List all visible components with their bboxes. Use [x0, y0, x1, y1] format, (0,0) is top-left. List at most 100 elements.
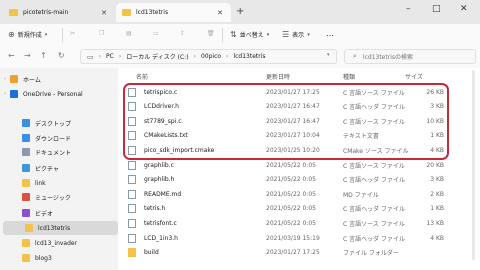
sidebar-item[interactable]: ダウンロード — [0, 131, 115, 145]
file-icon — [128, 233, 136, 243]
file-date: 2021/05/22 0:05 — [266, 176, 316, 184]
sidebar-item-label: ピクチャ — [35, 165, 59, 173]
sidebar-item-label: ミュージック — [35, 194, 71, 202]
breadcrumb-pc[interactable]: PC — [106, 53, 114, 60]
delete-icon[interactable]: 🗑 — [207, 30, 215, 37]
sidebar-item-label: デスクトップ — [35, 120, 72, 128]
column-header-date[interactable]: 更新日時 — [266, 72, 290, 81]
new-tab-button[interactable]: + — [236, 6, 244, 17]
file-row[interactable]: build 2023/01/27 17:25 ファイル フォルダー — [128, 246, 444, 260]
sidebar-item[interactable]: デスクトップ — [0, 116, 115, 130]
refresh-icon[interactable]: ↻ — [58, 51, 65, 60]
highlight-box — [123, 83, 449, 160]
folder-icon — [128, 248, 136, 258]
file-name: README.md — [144, 190, 182, 198]
sort-button[interactable]: ⇅ 並べ替え ▾ — [230, 30, 269, 39]
back-arrow-icon[interactable]: ← — [8, 51, 15, 60]
expand-chevron-icon[interactable]: › — [0, 76, 10, 82]
cut-icon[interactable]: ✂ — [70, 30, 75, 37]
scrollbar[interactable] — [472, 70, 475, 260]
file-row[interactable]: LCD_1in3.h 2021/03/19 15:19 C 言語ヘッダ ファイル 4 … — [128, 231, 444, 245]
address-bar[interactable]: ▭ › PC › ローカル ディスク (C:) › 00pico › lcd13… — [80, 49, 337, 64]
search-placeholder: lcd13tetrisの検索 — [362, 54, 413, 61]
sidebar-item[interactable]: › OneDrive - Personal — [0, 87, 115, 101]
paste-icon[interactable]: ▤ — [126, 30, 132, 37]
file-row[interactable]: graphlib.h 2021/05/22 0:05 C 言語ヘッダ ファイル 3 K… — [128, 173, 444, 187]
file-row[interactable]: README.md 2021/05/22 0:05 MD ファイル 2 KB — [128, 187, 444, 201]
breadcrumb-lcd13tetris[interactable]: lcd13tetris — [233, 53, 265, 60]
file-row[interactable]: graphlib.c 2021/05/22 0:05 C 言語ソース ファイル 20 … — [128, 158, 444, 172]
up-arrow-icon[interactable]: ↑ — [40, 51, 47, 60]
more-button[interactable]: … — [326, 29, 334, 38]
column-header-type[interactable]: 種類 — [343, 72, 355, 81]
file-type: C 言語ソース ファイル — [343, 220, 405, 228]
share-icon[interactable]: ⇪ — [180, 30, 185, 37]
monitor-icon: ▭ — [87, 52, 94, 61]
file-name: tetrisfont.c — [144, 219, 177, 227]
folder-icon — [22, 119, 30, 127]
column-header-name[interactable]: 名前 — [136, 72, 148, 81]
maximize-button[interactable]: □ — [432, 4, 441, 14]
file-row[interactable]: tetrisfont.c 2021/05/22 0:05 C 言語ソース ファイル 1… — [128, 216, 444, 230]
sidebar-item[interactable]: blog3 — [0, 251, 115, 265]
sidebar-item[interactable]: ピクチャ — [0, 161, 115, 175]
close-icon[interactable]: ✕ — [217, 9, 223, 17]
minimize-button[interactable]: – — [406, 4, 411, 14]
sidebar-item-label: OneDrive - Personal — [23, 90, 83, 98]
file-name: LCD_1in3.h — [144, 234, 178, 242]
view-icon: ☰ — [282, 30, 290, 39]
file-icon — [128, 189, 136, 199]
file-name: graphlib.c — [144, 161, 174, 169]
column-header-size[interactable]: サイズ — [405, 72, 423, 81]
folder-icon — [122, 9, 131, 16]
file-date: 2023/01/27 17:25 — [266, 249, 320, 257]
tab-picotetris-main[interactable]: picotetris-main ✕ — [3, 3, 115, 22]
breadcrumb-00pico[interactable]: 00pico — [201, 53, 221, 60]
breadcrumb-drive[interactable]: ローカル ディスク (C:) — [126, 52, 188, 61]
sidebar-item[interactable]: ドキュメント — [0, 145, 115, 159]
new-button[interactable]: ⊕ 新規作成 ▾ — [8, 30, 47, 39]
forward-arrow-icon[interactable]: → — [24, 51, 31, 60]
tab-label: picotetris-main — [23, 9, 69, 16]
chevron-down-icon[interactable]: ▾ — [327, 52, 330, 58]
sidebar-item-label: ホーム — [23, 76, 41, 84]
rename-icon[interactable]: ▭ — [153, 30, 159, 37]
window-close-button[interactable]: ✕ — [460, 4, 468, 14]
sidebar-item[interactable]: lcd13_invader — [0, 236, 115, 250]
sidebar-item-label: blog3 — [35, 254, 52, 262]
tab-label: lcd13tetris — [136, 9, 169, 16]
plus-circle-icon: ⊕ — [8, 30, 15, 39]
view-label: 表示 — [292, 32, 305, 39]
file-date: 2021/05/22 0:05 — [266, 219, 316, 227]
sidebar-item-label: ビデオ — [35, 210, 54, 218]
sidebar-item[interactable]: link — [0, 176, 115, 190]
file-icon — [128, 160, 136, 170]
folder-icon — [22, 134, 30, 142]
sidebar-item-label: lcd13tetris — [38, 224, 71, 232]
folder-icon — [22, 254, 30, 262]
view-button[interactable]: ☰ 表示 ▾ — [282, 30, 310, 39]
copy-icon[interactable]: ❐ — [99, 30, 104, 37]
folder-icon — [22, 209, 30, 217]
sidebar-item[interactable]: ミュージック — [0, 190, 115, 204]
sidebar-item[interactable]: lcd13tetris — [3, 221, 118, 235]
tab-lcd13tetris[interactable]: lcd13tetris ✕ — [116, 3, 231, 22]
file-date: 2021/05/22 0:05 — [266, 190, 316, 198]
sort-icon: ⇅ — [230, 30, 237, 39]
chevron-right-icon: › — [226, 53, 229, 60]
folder-icon — [25, 224, 33, 232]
file-row[interactable]: tetris.h 2021/05/22 0:05 C 言語ヘッダ ファイル 1 KB — [128, 202, 444, 216]
file-size — [404, 246, 444, 260]
file-date: 2021/05/22 0:05 — [266, 205, 316, 213]
sidebar-item[interactable]: ビデオ — [0, 206, 115, 220]
sidebar-item[interactable]: › ホーム — [0, 72, 115, 86]
sidebar-item-label: link — [35, 179, 46, 187]
close-icon[interactable]: ✕ — [101, 9, 107, 17]
file-size: 20 KB — [426, 161, 444, 169]
search-input[interactable]: ⌕ lcd13tetrisの検索 — [344, 49, 476, 64]
folder-icon — [10, 90, 18, 98]
expand-chevron-icon[interactable]: › — [0, 91, 10, 97]
new-label: 新規作成 — [17, 32, 42, 39]
file-size: 3 KB — [430, 176, 444, 184]
chevron-right-icon: › — [193, 53, 196, 60]
